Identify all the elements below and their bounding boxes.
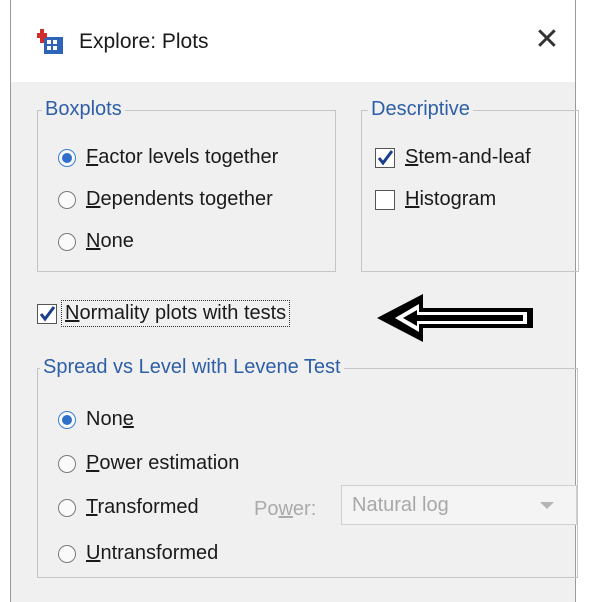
checkbox-checked-icon[interactable] [375,147,395,168]
radio-icon[interactable] [58,454,76,473]
radio-boxplots-none[interactable]: None [58,230,134,253]
radio-spread-none[interactable]: None [58,408,134,431]
checkbox-histogram[interactable]: Histogram [375,188,496,211]
radio-dependents-together[interactable]: Dependents together [58,188,273,211]
radio-icon[interactable] [58,544,76,563]
power-label: Power: [254,498,317,520]
radio-selected-icon[interactable] [58,410,76,429]
checkbox-label: Histogram [405,188,497,210]
radio-transformed[interactable]: Transformed [58,496,199,519]
radio-icon[interactable] [58,190,76,209]
radio-label: Transformed [86,496,199,518]
radio-label: Power estimation [86,452,240,474]
boxplots-legend: Boxplots [42,98,125,121]
checkbox-label: Stem-and-leaf [405,146,531,168]
annotation-arrow-icon [377,294,533,342]
title-bar: Explore: Plots ✕ [11,0,575,82]
radio-selected-icon[interactable] [58,148,76,167]
chevron-down-icon [540,502,554,509]
spread-legend: Spread vs Level with Levene Test [40,356,344,379]
checkbox-checked-icon[interactable] [37,303,57,324]
radio-factor-levels-together[interactable]: Factor levels together [58,146,278,169]
checkbox-icon[interactable] [375,189,395,210]
radio-untransformed[interactable]: Untransformed [58,542,218,565]
checkbox-label: Normality plots with tests [61,300,291,327]
power-dropdown[interactable]: Natural log [341,485,577,525]
radio-label: Untransformed [86,542,219,564]
close-icon[interactable]: ✕ [529,22,565,58]
radio-label: Dependents together [86,188,273,210]
radio-label: Factor levels together [86,146,279,168]
radio-label: None [86,408,134,430]
explore-plots-dialog: Explore: Plots ✕ Boxplots Factor levels … [10,0,579,602]
radio-icon[interactable] [58,498,76,517]
radio-icon[interactable] [58,232,76,251]
spss-app-icon [37,29,63,54]
dialog-title: Explore: Plots [79,30,209,53]
checkbox-stem-and-leaf[interactable]: Stem-and-leaf [375,146,531,169]
radio-label: None [86,230,134,252]
radio-power-estimation[interactable]: Power estimation [58,452,239,475]
descriptive-legend: Descriptive [368,98,473,121]
checkbox-normality-plots[interactable]: Normality plots with tests [37,300,291,327]
power-dropdown-value: Natural log [352,493,449,516]
